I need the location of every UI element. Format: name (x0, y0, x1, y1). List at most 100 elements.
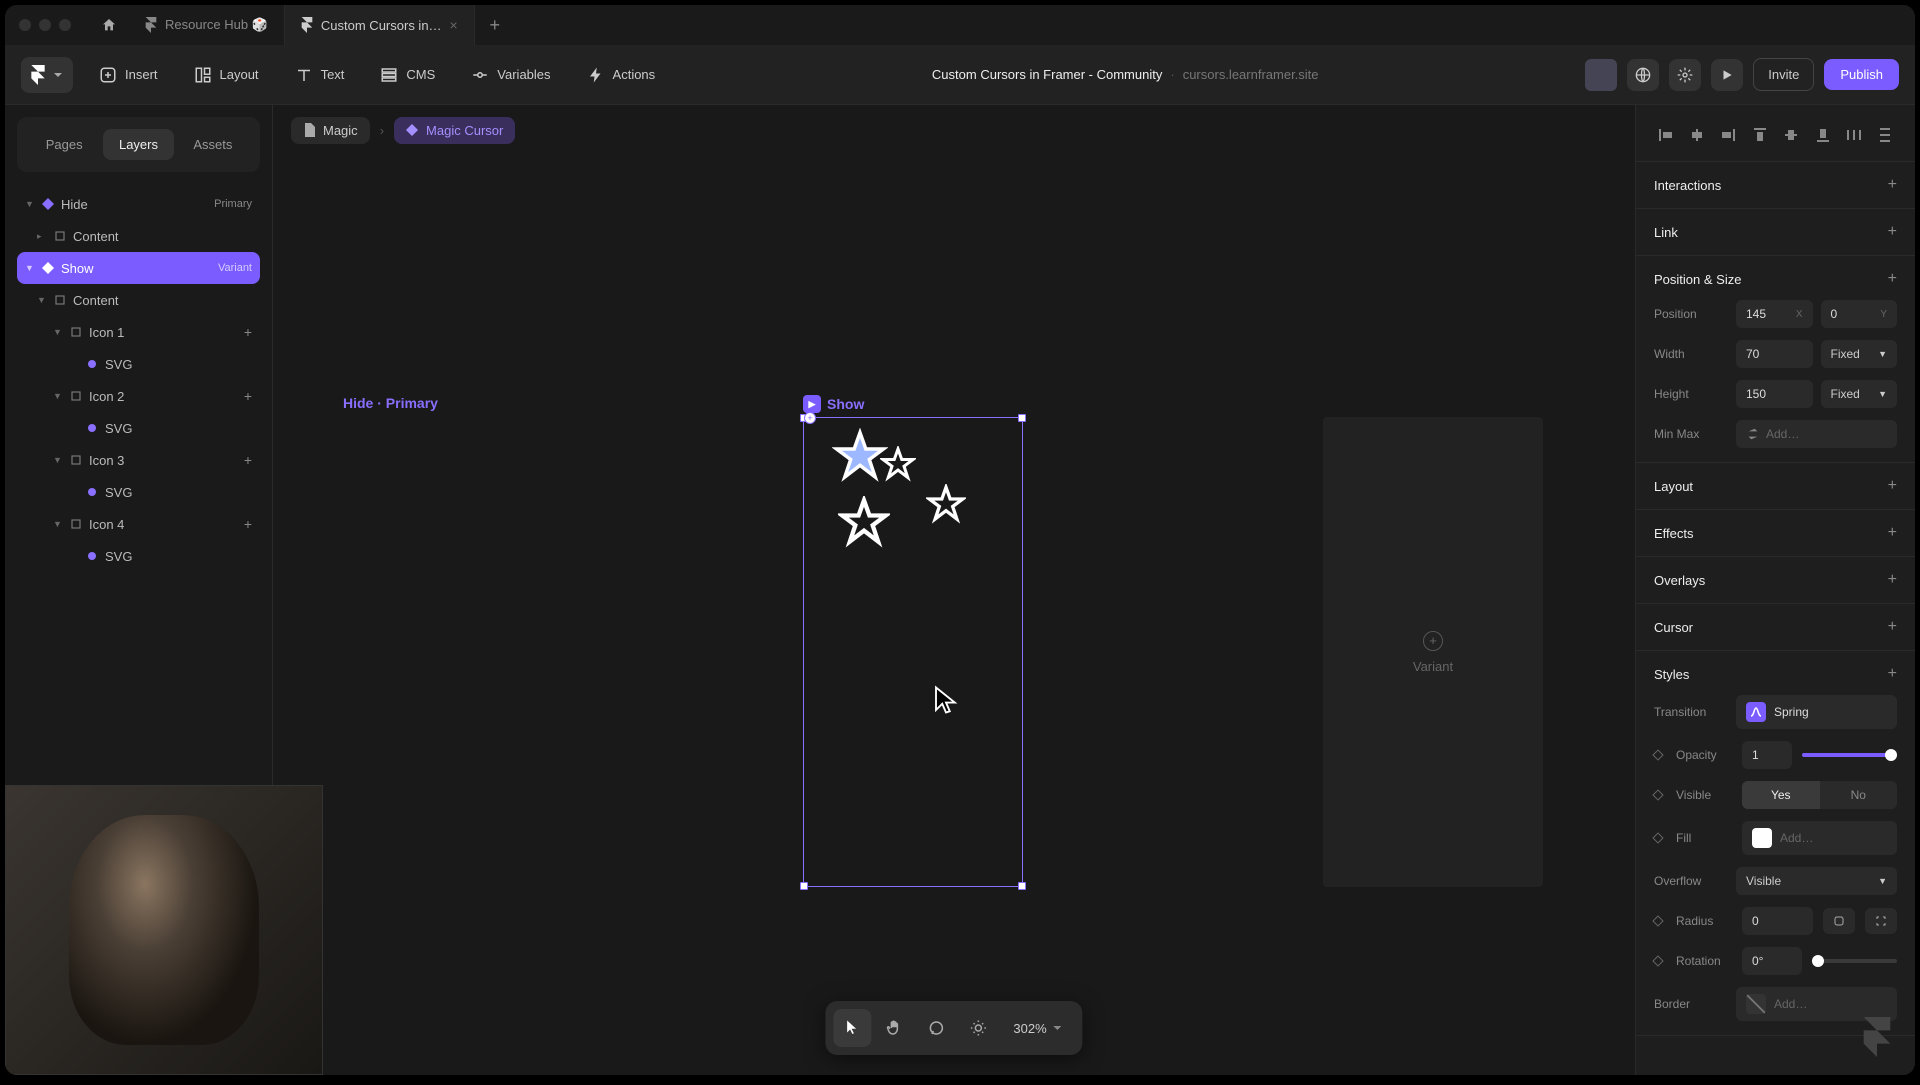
variant-label-hide[interactable]: Hide · Primary (343, 395, 438, 411)
traffic-min[interactable] (39, 19, 51, 31)
keyframe-icon[interactable] (1652, 789, 1663, 800)
transition-input[interactable]: Spring (1736, 695, 1897, 729)
add-cursor[interactable]: + (1888, 618, 1897, 636)
layout-label: Layout (220, 67, 259, 82)
close-icon[interactable]: × (450, 17, 458, 33)
publish-button[interactable]: Publish (1824, 59, 1899, 90)
layer-icon2[interactable]: ▼ Icon 2 + (17, 380, 260, 412)
breadcrumb-magic[interactable]: Magic (291, 117, 370, 144)
layer-svg[interactable]: SVG (17, 540, 260, 572)
tab-layers[interactable]: Layers (103, 129, 173, 160)
new-tab-button[interactable]: + (475, 5, 515, 45)
add-effect[interactable]: + (1888, 524, 1897, 542)
border-input[interactable]: Add… (1736, 987, 1897, 1021)
tab-assets[interactable]: Assets (178, 129, 248, 160)
width-input[interactable]: 70 (1736, 340, 1813, 368)
traffic-close[interactable] (19, 19, 31, 31)
layer-icon4[interactable]: ▼ Icon 4 + (17, 508, 260, 540)
add-interaction[interactable]: + (1888, 176, 1897, 194)
add-variant-placeholder[interactable]: + Variant (1323, 417, 1543, 887)
add-overlay[interactable]: + (1888, 571, 1897, 589)
add-variant-handle[interactable]: + (804, 412, 816, 424)
height-mode-dropdown[interactable]: Fixed▼ (1821, 380, 1898, 408)
cms-button[interactable]: CMS (370, 58, 445, 92)
add-icon[interactable]: + (244, 324, 252, 340)
distribute-v[interactable] (1873, 123, 1897, 147)
align-bottom[interactable] (1811, 123, 1835, 147)
tab-pages[interactable]: Pages (29, 129, 99, 160)
keyframe-icon[interactable] (1652, 915, 1663, 926)
variant-label-show[interactable]: ▶ Show (803, 395, 864, 413)
overflow-dropdown[interactable]: Visible▼ (1736, 867, 1897, 895)
rotation-slider[interactable] (1812, 959, 1897, 963)
variables-button[interactable]: Variables (461, 58, 560, 92)
add-icon[interactable]: + (244, 388, 252, 404)
canvas-frame-show[interactable]: + (803, 417, 1023, 887)
layer-icon1[interactable]: ▼ Icon 1 + (17, 316, 260, 348)
add-constraint[interactable]: + (1888, 270, 1897, 288)
add-icon[interactable]: + (244, 516, 252, 532)
radius-mode-1[interactable] (1823, 908, 1855, 934)
distribute-h[interactable] (1842, 123, 1866, 147)
tab-resource-hub[interactable]: Resource Hub 🎲 (129, 5, 285, 45)
fill-input[interactable]: Add… (1742, 821, 1897, 855)
add-link[interactable]: + (1888, 223, 1897, 241)
tool-hand[interactable] (875, 1009, 913, 1047)
radius-mode-2[interactable] (1865, 908, 1897, 934)
add-style[interactable]: + (1888, 665, 1897, 683)
resize-handle[interactable] (1018, 882, 1026, 890)
width-mode-dropdown[interactable]: Fixed▼ (1821, 340, 1898, 368)
actions-button[interactable]: Actions (577, 58, 666, 92)
align-h-center[interactable] (1685, 123, 1709, 147)
user-avatar[interactable] (1585, 59, 1617, 91)
resize-handle[interactable] (800, 882, 808, 890)
rotation-input[interactable]: 0° (1742, 947, 1802, 975)
visible-yes[interactable]: Yes (1742, 781, 1820, 809)
resize-handle[interactable] (1018, 414, 1026, 422)
align-top[interactable] (1748, 123, 1772, 147)
opacity-slider[interactable] (1802, 753, 1897, 757)
opacity-input[interactable]: 1 (1742, 741, 1792, 769)
keyframe-icon[interactable] (1652, 832, 1663, 843)
layer-content[interactable]: ▸ Content (17, 220, 260, 252)
visible-no[interactable]: No (1820, 781, 1898, 809)
tool-select[interactable] (833, 1009, 871, 1047)
insert-button[interactable]: Insert (89, 58, 168, 92)
text-button[interactable]: Text (285, 58, 355, 92)
globe-button[interactable] (1627, 59, 1659, 91)
tab-custom-cursors[interactable]: Custom Cursors in… × (285, 5, 475, 45)
distribute-h-icon (1846, 127, 1862, 143)
layer-svg[interactable]: SVG (17, 348, 260, 380)
home-button[interactable] (89, 5, 129, 45)
add-icon[interactable]: + (244, 452, 252, 468)
align-left[interactable] (1654, 123, 1678, 147)
layer-hide[interactable]: ▼ Hide Primary (17, 188, 260, 220)
keyframe-icon[interactable] (1652, 749, 1663, 760)
actions-icon (587, 66, 605, 84)
add-layout[interactable]: + (1888, 477, 1897, 495)
layer-svg[interactable]: SVG (17, 476, 260, 508)
layout-button[interactable]: Layout (184, 58, 269, 92)
height-input[interactable]: 150 (1736, 380, 1813, 408)
project-url[interactable]: cursors.learnframer.site (1183, 67, 1319, 82)
zoom-control[interactable]: 302% (1001, 1021, 1074, 1036)
layer-icon3[interactable]: ▼ Icon 3 + (17, 444, 260, 476)
framer-menu-button[interactable] (21, 57, 73, 93)
settings-button[interactable] (1669, 59, 1701, 91)
traffic-max[interactable] (59, 19, 71, 31)
layer-show[interactable]: ▼ Show Variant (17, 252, 260, 284)
align-v-center[interactable] (1779, 123, 1803, 147)
breadcrumb-magic-cursor[interactable]: Magic Cursor (394, 117, 515, 144)
layer-svg[interactable]: SVG (17, 412, 260, 444)
tool-theme[interactable] (959, 1009, 997, 1047)
layer-content-2[interactable]: ▼ Content (17, 284, 260, 316)
position-y-input[interactable]: 0Y (1821, 300, 1898, 328)
invite-button[interactable]: Invite (1753, 58, 1814, 91)
play-button[interactable] (1711, 59, 1743, 91)
position-x-input[interactable]: 145X (1736, 300, 1813, 328)
radius-input[interactable]: 0 (1742, 907, 1813, 935)
keyframe-icon[interactable] (1652, 955, 1663, 966)
align-right[interactable] (1716, 123, 1740, 147)
tool-comment[interactable] (917, 1009, 955, 1047)
minmax-input[interactable]: Add… (1736, 420, 1897, 448)
